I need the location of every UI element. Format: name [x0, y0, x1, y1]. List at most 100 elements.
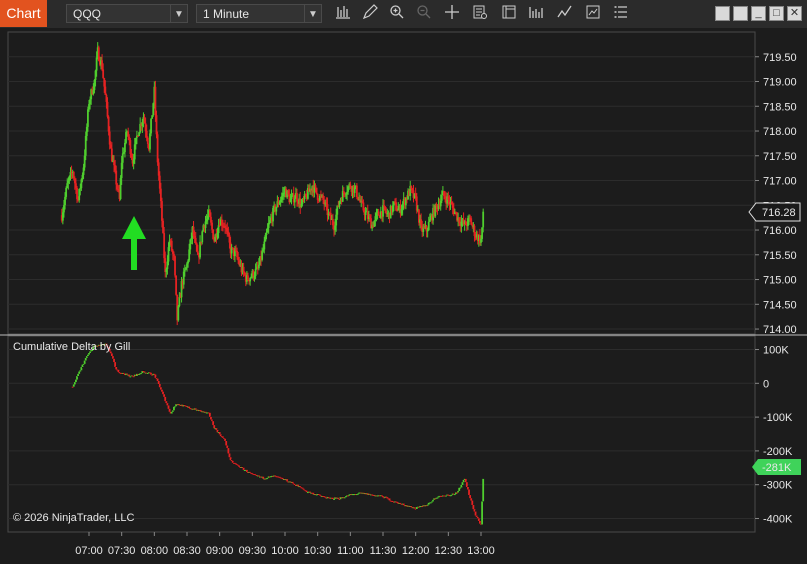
- price-candle-body: [440, 195, 443, 201]
- price-candle-body: [87, 109, 89, 127]
- time-tick-label: 09:00: [206, 545, 234, 557]
- price-tick-label: 717.00: [763, 176, 797, 188]
- price-candle-body: [263, 241, 266, 250]
- delta-candle-body: [262, 476, 265, 479]
- delta-candle-body: [173, 406, 175, 411]
- price-tick-label: 719.50: [763, 52, 797, 64]
- price-tick-label: 718.00: [763, 126, 797, 138]
- price-tick-label: 719.00: [763, 77, 797, 89]
- price-candle-body: [355, 185, 358, 198]
- price-candle-body: [115, 170, 118, 185]
- tab-chart[interactable]: Chart: [0, 0, 47, 27]
- delta-tick-label: -100K: [763, 412, 793, 424]
- price-candle-body: [155, 115, 158, 135]
- delta-candle-body: [475, 515, 478, 517]
- pencil-icon[interactable]: [360, 4, 380, 24]
- tile-window-icon[interactable]: [715, 6, 730, 21]
- strategies-icon[interactable]: [555, 4, 575, 24]
- tile-window-icon[interactable]: [733, 6, 748, 21]
- current-price-label: 716.28: [762, 207, 796, 219]
- price-candle-body: [247, 275, 249, 281]
- zoom-in-icon[interactable]: [387, 4, 407, 24]
- delta-candle-body: [75, 379, 77, 383]
- time-tick-label: 11:00: [337, 545, 364, 557]
- delta-candle-body: [212, 421, 215, 426]
- delta-candle-body: [471, 500, 474, 505]
- chevron-down-icon[interactable]: ▼: [170, 5, 187, 22]
- delta-candle-body: [469, 495, 472, 499]
- price-candle-body: [95, 57, 98, 71]
- chart-area[interactable]: 719.50 719.00 718.50 718.00 717.50 717.00 716.…: [0, 28, 807, 564]
- price-candle-body: [124, 142, 126, 153]
- delta-candle-body: [167, 405, 170, 409]
- delta-candle-body: [456, 492, 458, 494]
- properties-icon[interactable]: [499, 4, 519, 24]
- delta-candle-body: [188, 406, 191, 409]
- delta-candle-body: [110, 353, 113, 357]
- delta-candle-body: [88, 353, 90, 355]
- zoom-out-icon[interactable]: [414, 4, 434, 24]
- price-candle-body: [65, 187, 68, 197]
- chart-background: [0, 28, 807, 564]
- close-icon[interactable]: ✕: [787, 6, 802, 21]
- delta-candle-body: [84, 357, 87, 361]
- delta-candle-body: [388, 498, 391, 501]
- delta-tick-label: 100K: [763, 345, 789, 357]
- price-candle-body: [106, 101, 109, 117]
- price-tick-label: 714.00: [763, 324, 797, 336]
- delta-candle-body: [73, 382, 76, 385]
- price-candle-body: [427, 221, 430, 231]
- current-price-marker: 716.28: [748, 202, 801, 222]
- price-candle-body: [275, 207, 278, 212]
- delta-candle-body: [228, 453, 231, 458]
- price-candle-body: [102, 69, 105, 78]
- price-tick-label: 714.50: [763, 299, 797, 311]
- price-candle-body: [174, 256, 176, 276]
- instrument-selector[interactable]: QQQ ▼: [66, 4, 188, 23]
- delta-candle-body: [78, 371, 81, 374]
- delta-candle-body: [357, 493, 359, 495]
- delta-candle-body: [157, 381, 160, 385]
- time-tick-label: 10:30: [304, 545, 332, 557]
- indicators-icon[interactable]: [526, 4, 546, 24]
- delta-candle-body: [225, 440, 228, 446]
- indicator-title: Cumulative Delta by Gill: [13, 341, 130, 353]
- data-box-icon[interactable]: [470, 4, 490, 24]
- price-candle-body: [121, 153, 124, 163]
- delta-candle-body: [333, 498, 335, 500]
- crosshair-icon[interactable]: [442, 4, 462, 24]
- delta-candle-body: [301, 487, 304, 489]
- bars-icon[interactable]: [333, 4, 353, 24]
- price-candle-body: [482, 211, 485, 228]
- delta-candle-body: [472, 504, 475, 510]
- delta-candle-body: [165, 401, 168, 404]
- delta-candle-body: [386, 497, 389, 499]
- current-delta-marker: -281K: [752, 459, 801, 475]
- price-candle-body: [314, 185, 317, 188]
- copyright-text: © 2026 NinjaTrader, LLC: [13, 512, 134, 524]
- list-icon[interactable]: [611, 4, 631, 24]
- price-tick-label: 716.00: [763, 225, 797, 237]
- chevron-down-icon[interactable]: ▼: [304, 5, 321, 22]
- price-candle-body: [178, 296, 181, 307]
- chart-toolbar: Chart QQQ ▼ 1 Minute ▼ _ □ ✕: [0, 0, 807, 29]
- price-candle-body: [150, 118, 152, 134]
- price-candle-body: [177, 306, 180, 321]
- delta-candle-body: [72, 384, 75, 387]
- delta-candle-body: [470, 498, 473, 501]
- delta-tick-label: -200K: [763, 446, 793, 458]
- time-tick-label: 08:00: [141, 545, 169, 557]
- price-tick-label: 718.50: [763, 101, 797, 113]
- interval-selector[interactable]: 1 Minute ▼: [196, 4, 322, 23]
- maximize-icon[interactable]: □: [769, 6, 784, 21]
- price-candle-body: [201, 231, 204, 243]
- minimize-icon[interactable]: _: [751, 6, 766, 21]
- instrument-value: QQQ: [73, 7, 102, 21]
- time-tick-label: 12:00: [402, 545, 430, 557]
- drawing-tools-icon[interactable]: [583, 4, 603, 24]
- price-candle-body: [211, 222, 213, 230]
- interval-value: 1 Minute: [203, 7, 250, 21]
- delta-candle-body: [113, 358, 115, 363]
- delta-tick-label: -400K: [763, 513, 793, 525]
- price-candle-body: [146, 137, 149, 145]
